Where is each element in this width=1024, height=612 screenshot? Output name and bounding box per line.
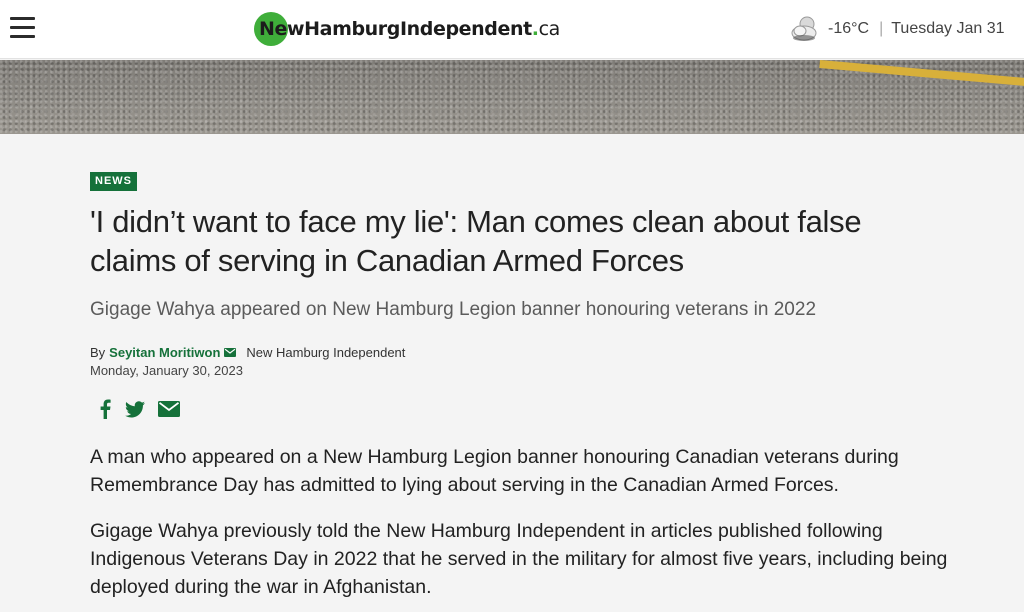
logo-name: NewHamburgIndependent (259, 18, 532, 40)
logo-text: NewHamburgIndependent.ca (254, 18, 560, 40)
weather-separator: | (879, 20, 884, 37)
logo-tld: ca (538, 18, 561, 40)
site-logo[interactable]: NewHamburgIndependent.ca (254, 12, 560, 46)
hero-image-stripe (819, 60, 1024, 91)
byline-prefix: By (90, 344, 106, 360)
logo-dot: . (531, 18, 539, 40)
author-link[interactable]: Seyitan Moritiwon (109, 345, 220, 360)
category-badge[interactable]: NEWS (90, 172, 137, 191)
article-paragraph: A man who appeared on a New Hamburg Legi… (90, 446, 899, 496)
publication-name: New Hamburg Independent (246, 344, 406, 360)
publish-date: Monday, January 30, 2023 (90, 363, 243, 378)
facebook-icon[interactable] (94, 398, 116, 420)
weather-widget[interactable]: -16°C | Tuesday Jan 31 (790, 14, 1005, 44)
hero-image (0, 60, 1024, 134)
article-headline: 'I didn’t want to face my lie': Man come… (90, 204, 862, 278)
author-email-icon[interactable] (224, 347, 237, 357)
current-date: Tuesday Jan 31 (891, 20, 1005, 37)
weather-temperature: -16°C (828, 20, 870, 37)
article-paragraph: Gigage Wahya previously told the New Ham… (90, 520, 948, 598)
share-bar (94, 398, 180, 420)
email-icon[interactable] (158, 398, 180, 420)
byline: By Seyitan Moritiwon New Hamburg Indepen… (90, 343, 405, 361)
partly-cloudy-icon (791, 16, 817, 41)
site-header: NewHamburgIndependent.ca -16°C | Tuesday… (0, 0, 1024, 59)
article-subhead: Gigage Wahya appeared on New Hamburg Leg… (90, 299, 817, 320)
twitter-icon[interactable] (124, 398, 146, 420)
hamburger-menu-icon[interactable] (10, 17, 35, 39)
